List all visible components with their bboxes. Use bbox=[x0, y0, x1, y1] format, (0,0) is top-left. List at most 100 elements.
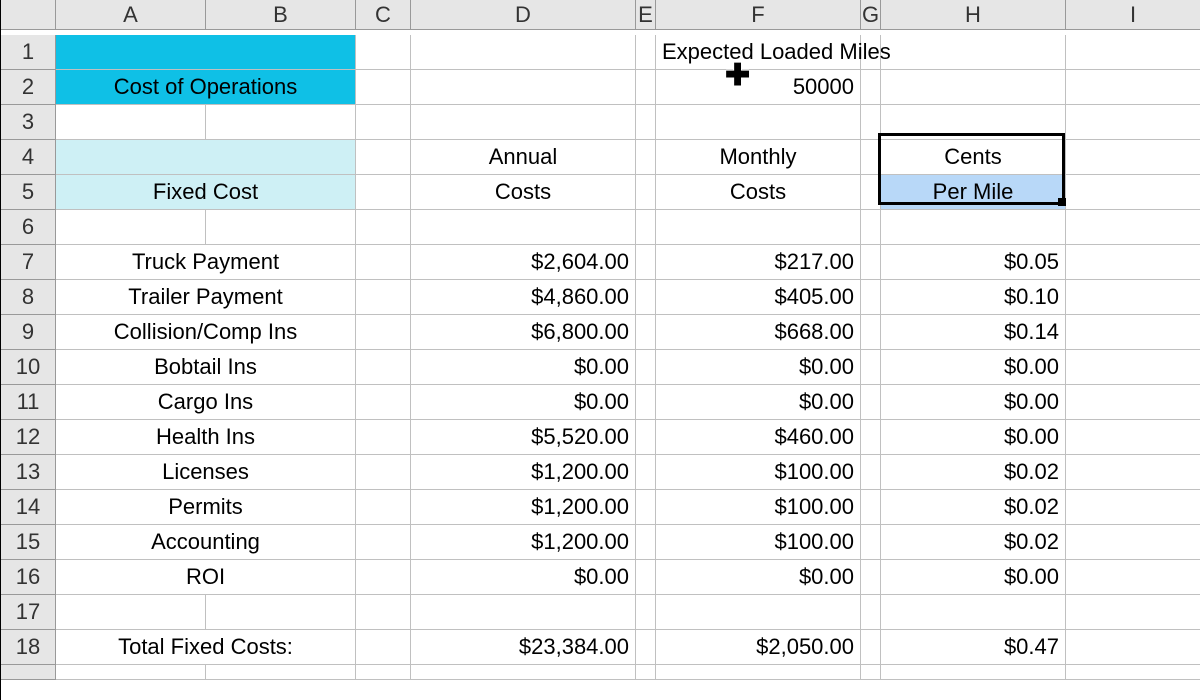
cell-D4[interactable]: Annual bbox=[411, 140, 636, 175]
cell-r19-8[interactable] bbox=[1066, 665, 1200, 680]
cell-Ir12[interactable] bbox=[1066, 420, 1200, 455]
cell-I4[interactable] bbox=[1066, 140, 1200, 175]
cell-Gr12[interactable] bbox=[861, 420, 881, 455]
cell-r6-4[interactable] bbox=[636, 210, 656, 245]
cell-H2[interactable] bbox=[881, 70, 1066, 105]
cell-r19-2[interactable] bbox=[356, 665, 411, 680]
item-cpm-8[interactable]: $0.02 bbox=[881, 525, 1066, 560]
item-annual-8[interactable]: $1,200.00 bbox=[411, 525, 636, 560]
col-header-D[interactable]: D bbox=[411, 0, 636, 30]
cell-F4[interactable]: Monthly bbox=[656, 140, 861, 175]
cell-G2[interactable] bbox=[861, 70, 881, 105]
cell-Cr13[interactable] bbox=[356, 455, 411, 490]
item-annual-9[interactable]: $0.00 bbox=[411, 560, 636, 595]
row-header-16[interactable]: 16 bbox=[1, 560, 56, 595]
col-header-A[interactable]: A bbox=[56, 0, 206, 30]
cell-H5[interactable]: Per Mile bbox=[881, 175, 1066, 210]
cell-r3-0[interactable] bbox=[56, 105, 206, 140]
item-cpm-4[interactable]: $0.00 bbox=[881, 385, 1066, 420]
cell-Gr11[interactable] bbox=[861, 385, 881, 420]
cell-A2[interactable]: Cost of Operations bbox=[56, 70, 356, 105]
row-header-3[interactable]: 3 bbox=[1, 105, 56, 140]
item-monthly-1[interactable]: $405.00 bbox=[656, 280, 861, 315]
cell-Er14[interactable] bbox=[636, 490, 656, 525]
cell-r6-3[interactable] bbox=[411, 210, 636, 245]
item-cpm-0[interactable]: $0.05 bbox=[881, 245, 1066, 280]
cell-r17-5[interactable] bbox=[656, 595, 861, 630]
item-monthly-8[interactable]: $100.00 bbox=[656, 525, 861, 560]
row-header-8[interactable]: 8 bbox=[1, 280, 56, 315]
cell-Er13[interactable] bbox=[636, 455, 656, 490]
cell-r3-6[interactable] bbox=[861, 105, 881, 140]
cell-E4[interactable] bbox=[636, 140, 656, 175]
row-header-2[interactable]: 2 bbox=[1, 70, 56, 105]
cell-r17-1[interactable] bbox=[206, 595, 356, 630]
cell-r19-0[interactable] bbox=[56, 665, 206, 680]
cell-r6-5[interactable] bbox=[656, 210, 861, 245]
item-cpm-3[interactable]: $0.00 bbox=[881, 350, 1066, 385]
cell-r3-2[interactable] bbox=[356, 105, 411, 140]
cell-r19-4[interactable] bbox=[636, 665, 656, 680]
cell-H4[interactable]: Cents bbox=[881, 140, 1066, 175]
cell-Cr8[interactable] bbox=[356, 280, 411, 315]
cell-D5[interactable]: Costs bbox=[411, 175, 636, 210]
item-monthly-2[interactable]: $668.00 bbox=[656, 315, 861, 350]
cell-r19-6[interactable] bbox=[861, 665, 881, 680]
item-annual-7[interactable]: $1,200.00 bbox=[411, 490, 636, 525]
item-cpm-6[interactable]: $0.02 bbox=[881, 455, 1066, 490]
row-header-11[interactable]: 11 bbox=[1, 385, 56, 420]
item-monthly-5[interactable]: $460.00 bbox=[656, 420, 861, 455]
cell-C4[interactable] bbox=[356, 140, 411, 175]
cell-A4[interactable] bbox=[56, 140, 356, 175]
cell-Er12[interactable] bbox=[636, 420, 656, 455]
cell-Cr14[interactable] bbox=[356, 490, 411, 525]
cell-r6-0[interactable] bbox=[56, 210, 206, 245]
cell-E18[interactable] bbox=[636, 630, 656, 665]
item-cpm-2[interactable]: $0.14 bbox=[881, 315, 1066, 350]
item-cpm-9[interactable]: $0.00 bbox=[881, 560, 1066, 595]
row-header-9[interactable]: 9 bbox=[1, 315, 56, 350]
item-name-6[interactable]: Licenses bbox=[56, 455, 356, 490]
cell-Cr10[interactable] bbox=[356, 350, 411, 385]
total-annual[interactable]: $23,384.00 bbox=[411, 630, 636, 665]
cell-Gr15[interactable] bbox=[861, 525, 881, 560]
cell-r6-8[interactable] bbox=[1066, 210, 1200, 245]
cell-r3-3[interactable] bbox=[411, 105, 636, 140]
cell-C18[interactable] bbox=[356, 630, 411, 665]
item-cpm-7[interactable]: $0.02 bbox=[881, 490, 1066, 525]
row-header-6[interactable]: 6 bbox=[1, 210, 56, 245]
cell-Ir11[interactable] bbox=[1066, 385, 1200, 420]
cell-Gr16[interactable] bbox=[861, 560, 881, 595]
col-header-E[interactable]: E bbox=[636, 0, 656, 30]
cell-D1[interactable] bbox=[411, 35, 636, 70]
item-annual-1[interactable]: $4,860.00 bbox=[411, 280, 636, 315]
cell-Er8[interactable] bbox=[636, 280, 656, 315]
cell-Er7[interactable] bbox=[636, 245, 656, 280]
cell-r6-2[interactable] bbox=[356, 210, 411, 245]
item-cpm-5[interactable]: $0.00 bbox=[881, 420, 1066, 455]
item-name-4[interactable]: Cargo Ins bbox=[56, 385, 356, 420]
col-header-B[interactable]: B bbox=[206, 0, 356, 30]
cell-r17-4[interactable] bbox=[636, 595, 656, 630]
item-annual-4[interactable]: $0.00 bbox=[411, 385, 636, 420]
item-name-9[interactable]: ROI bbox=[56, 560, 356, 595]
item-name-3[interactable]: Bobtail Ins bbox=[56, 350, 356, 385]
cell-Ir9[interactable] bbox=[1066, 315, 1200, 350]
cell-r17-3[interactable] bbox=[411, 595, 636, 630]
item-monthly-9[interactable]: $0.00 bbox=[656, 560, 861, 595]
cell-Ir16[interactable] bbox=[1066, 560, 1200, 595]
item-monthly-6[interactable]: $100.00 bbox=[656, 455, 861, 490]
cell-Cr15[interactable] bbox=[356, 525, 411, 560]
cell-r6-6[interactable] bbox=[861, 210, 881, 245]
row-header-5[interactable]: 5 bbox=[1, 175, 56, 210]
cell-r19-7[interactable] bbox=[881, 665, 1066, 680]
select-all-corner[interactable] bbox=[1, 0, 56, 30]
col-header-C[interactable]: C bbox=[356, 0, 411, 30]
cell-r17-8[interactable] bbox=[1066, 595, 1200, 630]
cell-E2[interactable] bbox=[636, 70, 656, 105]
cell-Gr10[interactable] bbox=[861, 350, 881, 385]
cell-r17-0[interactable] bbox=[56, 595, 206, 630]
cell-Ir8[interactable] bbox=[1066, 280, 1200, 315]
item-monthly-7[interactable]: $100.00 bbox=[656, 490, 861, 525]
cell-I1[interactable] bbox=[1066, 35, 1200, 70]
